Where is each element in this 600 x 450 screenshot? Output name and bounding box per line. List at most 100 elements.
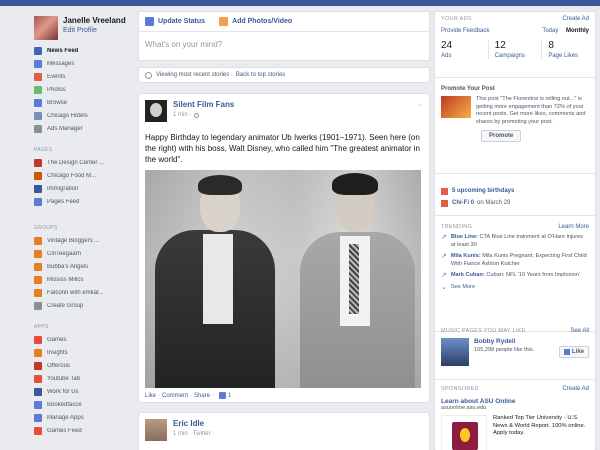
- add-photos-label: Add Photos/Video: [232, 18, 293, 25]
- sidebar-item-label: Games: [47, 336, 67, 343]
- sidebar-item-label: Games Feed: [47, 427, 82, 434]
- post2-author-avatar[interactable]: [145, 419, 167, 441]
- sidebar-item-label: Work for Us: [47, 388, 79, 395]
- ad-stat-number: 24: [441, 40, 453, 51]
- ad-stat-label: Ads: [441, 53, 452, 59]
- sidebar-item-games[interactable]: Games: [34, 333, 134, 346]
- event-item[interactable]: Chi-Fi 0 on March 29: [435, 197, 595, 209]
- sidebar-item-vintage-bloggers[interactable]: Vintage Bloggers ...: [34, 234, 134, 247]
- create-group-icon: [34, 301, 42, 310]
- post-author-name[interactable]: Silent Film Fans: [173, 100, 234, 109]
- sidebar-item-label: Bubba's Angels: [47, 263, 89, 270]
- games-feed-icon: [34, 426, 42, 435]
- page-icon: [34, 184, 42, 193]
- sidebar-item-messages[interactable]: Messages: [34, 57, 134, 70]
- sidebar-item-offerous[interactable]: Offerous: [34, 359, 134, 372]
- ad-stat-ads[interactable]: 24 Ads: [435, 40, 489, 59]
- profile-summary[interactable]: Janelle Vreeland Edit Profile: [34, 16, 126, 40]
- games-icon: [34, 335, 42, 344]
- sidebar-item-immigration[interactable]: Immigration: [34, 182, 134, 195]
- left-sidebar: Janelle Vreeland Edit Profile News Feed M…: [0, 6, 138, 450]
- back-to-top-stories-link[interactable]: Back to top stories: [236, 72, 285, 78]
- page-icon: [34, 158, 42, 167]
- trending-panel: TRENDING Learn More ↗ Blue Line: CTA Blue…: [435, 220, 595, 332]
- sidebar-item-mississ-millcs[interactable]: Mississ Millcs: [34, 273, 134, 286]
- music-page-name[interactable]: Bobby Rydell: [474, 338, 534, 345]
- sidebar-item-label: News Feed: [47, 47, 79, 54]
- ad-stat-page-likes[interactable]: 8 Page Likes: [542, 40, 595, 59]
- sidebar-item-events[interactable]: Events: [34, 70, 134, 83]
- music-page-thumbnail[interactable]: [441, 338, 469, 366]
- music-head: MUSIC PAGES YOU MAY LIKE: [441, 328, 526, 334]
- trending-item[interactable]: ↗ Mark Cuban: Cuban: NFL '10 Years from I…: [435, 272, 595, 280]
- share-link[interactable]: Share: [194, 393, 210, 399]
- avatar[interactable]: [34, 16, 58, 40]
- add-photos-tab[interactable]: Add Photos/Video: [219, 17, 292, 26]
- post-photo[interactable]: [145, 170, 421, 388]
- sponsored-title[interactable]: Learn about ASU Online: [435, 398, 595, 405]
- sponsored-create-ad-link[interactable]: Create Ad: [562, 386, 589, 392]
- sidebar-item-create-group[interactable]: Create Group: [34, 299, 134, 312]
- provide-feedback-link[interactable]: Provide Feedback: [441, 28, 489, 34]
- sidebar-item-the-design-center[interactable]: The Design Center ...: [34, 156, 134, 169]
- see-all-link[interactable]: See All: [570, 328, 589, 334]
- post2-timestamp[interactable]: 1 min · Twitter ·: [173, 431, 214, 437]
- status-input[interactable]: What's on your mind?: [139, 32, 429, 57]
- asu-logo[interactable]: [441, 415, 487, 450]
- like-page-button[interactable]: Like: [558, 346, 589, 358]
- sidebar-item-photos[interactable]: Photos: [34, 83, 134, 96]
- learn-more-link[interactable]: Learn More: [558, 224, 589, 230]
- sidebar-item-falconn-with-emkat[interactable]: Falconn with emkat...: [34, 286, 134, 299]
- sidebar-item-bubba-s-angels[interactable]: Bubba's Angels: [34, 260, 134, 273]
- update-status-tab[interactable]: Update Status: [145, 17, 205, 26]
- profile-name[interactable]: Janelle Vreeland: [63, 16, 126, 25]
- event-item[interactable]: 5 upcoming birthdays: [435, 185, 595, 197]
- thumbs-up-icon: [219, 392, 227, 399]
- sidebar-item-games-feed[interactable]: Games Feed: [34, 424, 134, 437]
- sponsored-url[interactable]: asuonline.asu.edu: [435, 405, 595, 411]
- today-toggle[interactable]: Today: [542, 28, 558, 34]
- create-ad-link[interactable]: Create Ad: [562, 16, 589, 22]
- see-more-link[interactable]: ⌄ See More: [435, 284, 595, 292]
- sidebar-item-bookedfacce[interactable]: Bookedfacce: [34, 398, 134, 411]
- post-timestamp[interactable]: 1 min ·: [173, 112, 191, 118]
- promote-post-panel: Promote Your Post This post "The Florent…: [435, 82, 595, 174]
- ad-stat-campaigns[interactable]: 12 Campaigns: [489, 40, 543, 59]
- sidebar-item-cinteegaarn[interactable]: CinTeegaarn: [34, 247, 134, 260]
- like-count[interactable]: 1: [228, 393, 231, 399]
- sidebar-item-label: Manage Apps: [47, 414, 84, 421]
- music-page-likes: 105,298 people like this.: [474, 347, 535, 353]
- post-actions: Like · Comment · Share · 1: [145, 392, 232, 399]
- pages-feed-icon: [34, 197, 42, 206]
- trending-item[interactable]: ↗ Mila Kunis: Mila Kunis Pregnant; Expect…: [435, 253, 595, 268]
- monthly-toggle[interactable]: Monthly: [566, 28, 589, 34]
- sidebar-item-pages-feed[interactable]: Pages Feed: [34, 195, 134, 208]
- sidebar-item-label: Create Group: [47, 302, 84, 309]
- trending-item[interactable]: ↗ Blue Line: CTA Blue Line trainment at O…: [435, 234, 595, 249]
- comment-link[interactable]: Comment: [162, 393, 188, 399]
- post2-author-name[interactable]: Eric Idle: [173, 419, 214, 428]
- sidebar-item-chicago-food-m[interactable]: Chicago Food M...: [34, 169, 134, 182]
- chevron-down-icon[interactable]: ⌄: [417, 100, 423, 108]
- sidebar-item-label: Chicago Food M...: [47, 172, 97, 179]
- sidebar-item-news-feed[interactable]: News Feed: [34, 44, 134, 57]
- sidebar-item-youtube-tab[interactable]: Youtube Tab: [34, 372, 134, 385]
- sidebar-item-ads-manager[interactable]: Ads Manager: [34, 122, 134, 135]
- promote-thumbnail[interactable]: [441, 96, 471, 118]
- sidebar-item-label: Bookedfacce: [47, 401, 82, 408]
- ad-stat-number: 12: [494, 40, 506, 51]
- sidebar-item-chicago-hotels[interactable]: Chicago Hotels: [34, 109, 134, 122]
- sidebar-item-work-for-us[interactable]: Work for Us: [34, 385, 134, 398]
- sidebar-item-manage-apps[interactable]: Manage Apps: [34, 411, 134, 424]
- promote-button[interactable]: Promote: [481, 130, 522, 142]
- event-title: 5 upcoming birthdays: [452, 188, 515, 194]
- like-link[interactable]: Like: [145, 393, 156, 399]
- pencil-icon: [145, 17, 154, 26]
- post-author-avatar[interactable]: [145, 100, 167, 122]
- sidebar-item-browse[interactable]: Browse: [34, 96, 134, 109]
- trending-arrow-icon: ↗: [441, 253, 447, 260]
- ads-manager-icon: [34, 124, 42, 133]
- sidebar-item-insights[interactable]: Insights: [34, 346, 134, 359]
- like-page-label: Like: [571, 349, 584, 355]
- edit-profile-link[interactable]: Edit Profile: [63, 27, 126, 34]
